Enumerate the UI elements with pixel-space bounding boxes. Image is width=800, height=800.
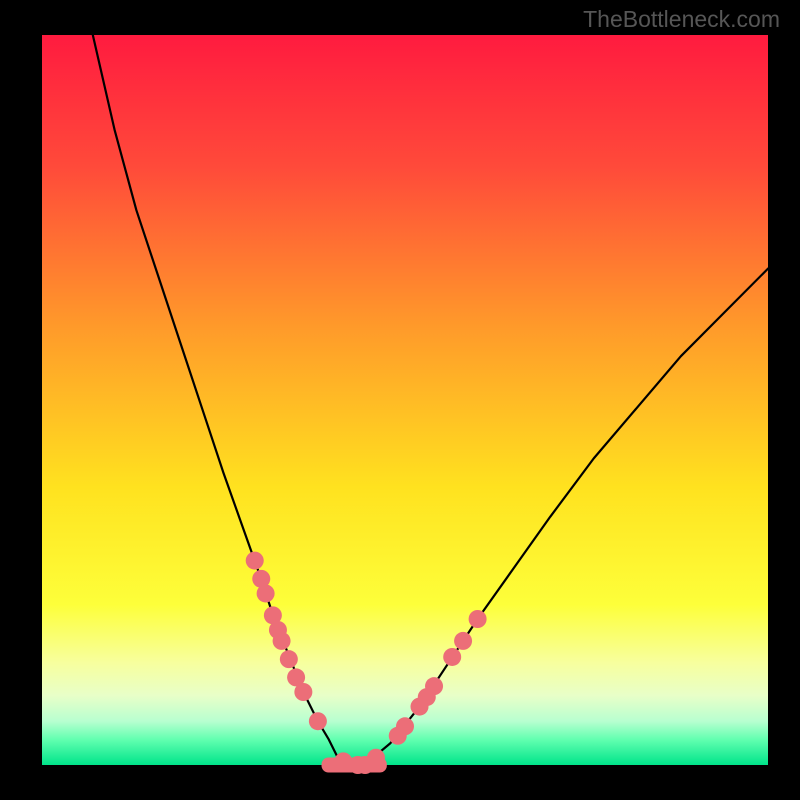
highlight-point [294, 683, 312, 701]
highlight-point [454, 632, 472, 650]
highlight-point [396, 717, 414, 735]
highlight-point [469, 610, 487, 628]
highlight-point [443, 648, 461, 666]
chart-svg [42, 35, 768, 765]
watermark-text: TheBottleneck.com [583, 6, 780, 33]
marker-track [322, 758, 387, 773]
highlight-point [257, 584, 275, 602]
highlight-point [246, 552, 264, 570]
bottleneck-curve [93, 35, 768, 765]
chart-frame: TheBottleneck.com [0, 0, 800, 800]
highlight-markers [246, 552, 487, 774]
highlight-point [280, 650, 298, 668]
highlight-point [273, 632, 291, 650]
highlight-point [425, 677, 443, 695]
highlight-point [309, 712, 327, 730]
